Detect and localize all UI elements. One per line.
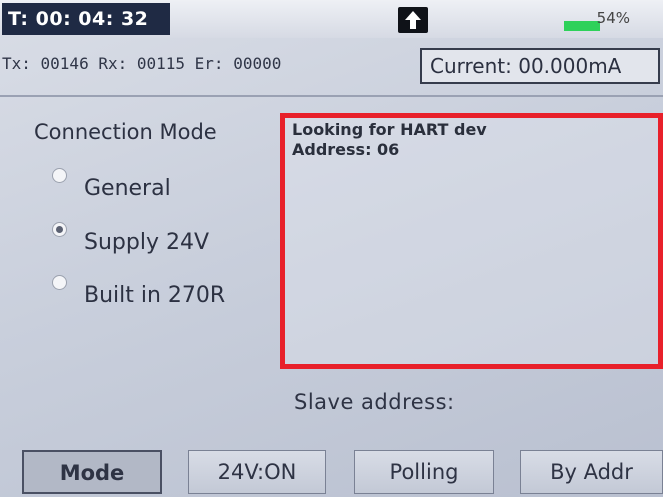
radio-label-built-in-270r: Built in 270R [84, 283, 226, 308]
divider [0, 95, 663, 97]
polling-button[interactable]: Polling [354, 450, 494, 494]
radio-label-supply-24v: Supply 24V [84, 230, 210, 255]
battery-fill [564, 21, 600, 31]
current-readout: Current: 00.000mA [420, 48, 660, 84]
status-bar: T: 00: 04: 32 54% [0, 0, 663, 38]
tx-rx-error-counters: Tx: 00146 Rx: 00115 Er: 00000 [2, 54, 282, 73]
radio-button-built-in-270r[interactable] [52, 275, 67, 290]
up-arrow-icon[interactable] [398, 7, 428, 33]
radio-button-general[interactable] [52, 168, 67, 183]
radio-button-supply-24v[interactable] [52, 222, 67, 237]
elapsed-timer: T: 00: 04: 32 [2, 3, 170, 35]
radio-label-general: General [84, 176, 171, 201]
connection-mode-title: Connection Mode [34, 120, 217, 144]
supply-24v-button[interactable]: 24V:ON [188, 450, 326, 494]
hart-search-panel: Looking for HART dev Address: 06 [280, 113, 663, 369]
hart-address-line: Address: 06 [292, 140, 400, 159]
by-addr-button[interactable]: By Addr [520, 450, 663, 494]
slave-address-label: Slave address: [294, 390, 455, 414]
mode-button[interactable]: Mode [22, 450, 162, 494]
battery-percent: 54% [596, 9, 630, 27]
battery-indicator: 54% [564, 9, 630, 31]
hart-status-line: Looking for HART dev [292, 120, 487, 139]
